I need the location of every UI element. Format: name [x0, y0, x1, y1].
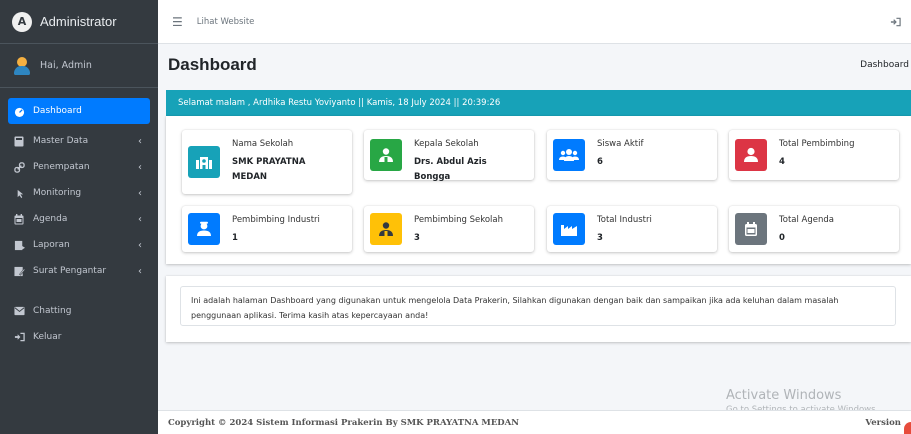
sidebar-item-penempatan[interactable]: Penempatan ‹: [8, 154, 150, 180]
chevron-left-icon: ‹: [138, 213, 142, 225]
sidebar-item-surat-pengantar[interactable]: Surat Pengantar ‹: [8, 258, 150, 284]
card-label: Kepala Sekolah: [414, 139, 479, 149]
factory-icon: [553, 213, 585, 245]
card-label: Pembimbing Industri: [232, 215, 320, 225]
agenda-icon: [735, 213, 767, 245]
card-text: Kepala Sekolah Drs. Abdul Azis Bongga: [414, 139, 524, 185]
topbar: ☰ Lihat Website: [158, 0, 911, 44]
sidebar-item-agenda[interactable]: Agenda ‹: [8, 206, 150, 232]
chevron-left-icon: ‹: [138, 135, 142, 147]
sidebar-item-label: Penempatan: [33, 162, 90, 172]
report-icon: [14, 240, 26, 251]
sidebar: A Administrator Hai, Admin Dashboard Mas…: [0, 0, 158, 434]
card-value: 0: [779, 233, 785, 243]
footer-copyright: Copyright © 2024 Sistem Informasi Praker…: [168, 418, 520, 428]
calendar-icon: [14, 213, 26, 225]
letter-icon: [14, 266, 26, 277]
sidebar-item-laporan[interactable]: Laporan ‹: [8, 232, 150, 258]
avatar-icon: [12, 56, 32, 76]
brand-text: Administrator: [40, 14, 117, 29]
pointer-icon: [14, 188, 26, 199]
card-label: Total Pembimbing: [779, 139, 855, 149]
sidebar-item-label: Dashboard: [33, 106, 82, 116]
database-icon: [14, 136, 26, 147]
industry-mentor-icon: [188, 213, 220, 245]
card-siswa-aktif: Siswa Aktif 6: [547, 130, 717, 180]
logout-top-icon[interactable]: [890, 17, 901, 27]
corner-badge-icon: [904, 422, 911, 434]
lihat-website-link[interactable]: Lihat Website: [197, 17, 255, 27]
card-text: Total Industri 3: [597, 215, 707, 246]
card-label: Nama Sekolah: [232, 139, 294, 149]
page-title: Dashboard: [168, 55, 257, 74]
card-text: Total Pembimbing 4: [779, 139, 889, 170]
users-icon: [553, 139, 585, 171]
sidebar-nav: Dashboard Master Data ‹ Penempatan ‹ Mon…: [0, 88, 158, 350]
breadcrumb[interactable]: Dashboard: [860, 60, 909, 70]
card-value: 6: [597, 157, 603, 167]
chevron-left-icon: ‹: [138, 239, 142, 251]
card-label: Pembimbing Sekolah: [414, 215, 504, 225]
card-text: Siswa Aktif 6: [597, 139, 707, 170]
chat-icon: [14, 306, 26, 316]
activate-windows-title: Activate Windows: [726, 388, 842, 403]
user-panel[interactable]: Hai, Admin: [0, 44, 158, 88]
brand-link[interactable]: A Administrator: [0, 0, 158, 44]
card-kepala-sekolah: Kepala Sekolah Drs. Abdul Azis Bongga: [364, 130, 534, 182]
sidebar-item-master-data[interactable]: Master Data ‹: [8, 128, 150, 154]
dashboard-icon: [14, 106, 26, 117]
sidebar-item-label: Master Data: [33, 136, 89, 146]
card-total-agenda: Total Agenda 0: [729, 206, 899, 252]
sidebar-item-label: Keluar: [33, 332, 62, 342]
card-value: 3: [414, 233, 420, 243]
sidebar-item-chatting[interactable]: Chatting: [8, 298, 150, 324]
card-label: Siswa Aktif: [597, 139, 644, 149]
chevron-left-icon: ‹: [138, 161, 142, 173]
footer: Copyright © 2024 Sistem Informasi Praker…: [158, 410, 911, 434]
card-value: SMK PRAYATNA MEDAN: [232, 157, 306, 182]
card-label: Total Industri: [597, 215, 652, 225]
hamburger-menu-icon[interactable]: ☰: [172, 15, 183, 29]
user-greeting: Hai, Admin: [40, 60, 92, 71]
card-label: Total Agenda: [779, 215, 834, 225]
sidebar-item-monitoring[interactable]: Monitoring ‹: [8, 180, 150, 206]
sidebar-item-label: Surat Pengantar: [33, 266, 107, 276]
info-text: Ini adalah halaman Dashboard yang diguna…: [180, 286, 896, 326]
chevron-left-icon: ‹: [138, 187, 142, 199]
card-total-industri: Total Industri 3: [547, 206, 717, 252]
logout-icon: [14, 332, 26, 342]
card-text: Pembimbing Sekolah 3: [414, 215, 524, 246]
card-text: Nama Sekolah SMK PRAYATNA MEDAN: [232, 139, 342, 185]
sidebar-item-label: Agenda: [33, 214, 68, 224]
sidebar-item-keluar[interactable]: Keluar: [8, 324, 150, 350]
brand-logo-icon: A: [12, 11, 32, 32]
user-icon: [735, 139, 767, 171]
card-value: Drs. Abdul Azis Bongga: [414, 157, 487, 182]
info-panel: Ini adalah halaman Dashboard yang diguna…: [166, 276, 911, 342]
sidebar-item-label: Monitoring: [33, 188, 82, 198]
school-icon: [188, 146, 220, 178]
school-mentor-icon: [370, 213, 402, 245]
card-total-pembimbing: Total Pembimbing 4: [729, 130, 899, 180]
card-nama-sekolah: Nama Sekolah SMK PRAYATNA MEDAN: [182, 130, 352, 194]
card-text: Pembimbing Industri 1: [232, 215, 342, 246]
link-icon: [14, 161, 26, 173]
sidebar-item-dashboard[interactable]: Dashboard: [8, 98, 150, 124]
card-value: 3: [597, 233, 603, 243]
greeting-bar: Selamat malam , Ardhika Restu Yoviyanto …: [166, 90, 911, 116]
card-value: 1: [232, 233, 238, 243]
card-pembimbing-sekolah: Pembimbing Sekolah 3: [364, 206, 534, 252]
sidebar-item-label: Chatting: [33, 306, 72, 316]
card-pembimbing-industri: Pembimbing Industri 1: [182, 206, 352, 252]
chevron-left-icon: ‹: [138, 265, 142, 277]
footer-version: Version: [865, 418, 901, 428]
principal-icon: [370, 139, 402, 171]
sidebar-item-label: Laporan: [33, 240, 70, 250]
card-text: Total Agenda 0: [779, 215, 889, 246]
card-value: 4: [779, 157, 785, 167]
stats-panel: Nama Sekolah SMK PRAYATNA MEDAN Kepala S…: [166, 116, 911, 264]
